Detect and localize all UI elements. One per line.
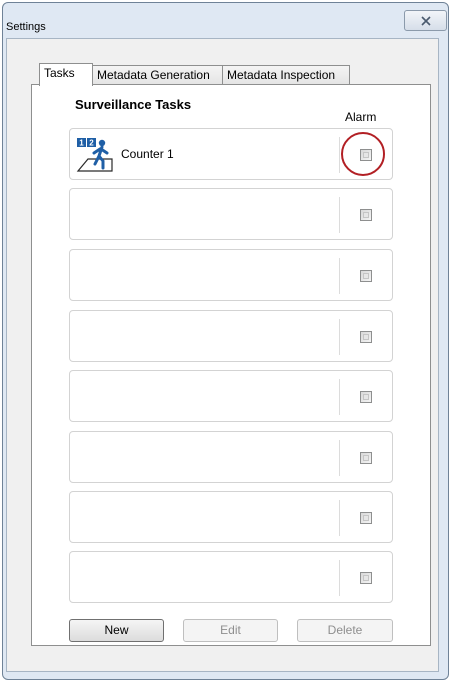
- task-row[interactable]: [69, 310, 393, 362]
- task-row[interactable]: [69, 551, 393, 603]
- close-button[interactable]: [404, 10, 447, 31]
- task-row[interactable]: [69, 249, 393, 301]
- row-divider: [339, 560, 340, 596]
- task-row[interactable]: [69, 188, 393, 240]
- svg-text:2: 2: [89, 139, 94, 148]
- tab-label: Tasks: [44, 66, 75, 80]
- tab-label: Metadata Generation: [97, 68, 210, 82]
- row-divider: [339, 258, 340, 294]
- task-row[interactable]: [69, 431, 393, 483]
- tab-metadata-inspection[interactable]: Metadata Inspection: [222, 65, 350, 85]
- alarm-column-label: Alarm: [345, 110, 377, 124]
- row-divider: [339, 197, 340, 233]
- tab-label: Metadata Inspection: [227, 68, 336, 82]
- alarm-checkbox[interactable]: [360, 572, 372, 584]
- tab-metadata-generation[interactable]: Metadata Generation: [92, 65, 223, 85]
- alarm-checkbox[interactable]: [360, 391, 372, 403]
- new-button[interactable]: New: [69, 619, 164, 642]
- row-divider: [339, 500, 340, 536]
- alarm-checkbox[interactable]: [360, 512, 372, 524]
- row-divider: [339, 137, 340, 173]
- alarm-checkbox[interactable]: [360, 331, 372, 343]
- person-counter-icon: 1 2: [76, 138, 113, 172]
- tab-tasks[interactable]: Tasks: [39, 63, 93, 86]
- alarm-checkbox[interactable]: [360, 209, 372, 221]
- task-row[interactable]: [69, 491, 393, 543]
- task-name: Counter 1: [121, 147, 174, 161]
- alarm-checkbox[interactable]: [360, 270, 372, 282]
- delete-button[interactable]: Delete: [297, 619, 393, 642]
- task-row[interactable]: 1 2 Counter 1: [69, 128, 393, 180]
- window-title: Settings: [6, 21, 46, 33]
- alarm-checkbox[interactable]: [360, 149, 372, 161]
- edit-button[interactable]: Edit: [183, 619, 278, 642]
- row-divider: [339, 319, 340, 355]
- task-row[interactable]: [69, 370, 393, 422]
- svg-text:1: 1: [79, 139, 84, 148]
- row-divider: [339, 379, 340, 415]
- section-heading: Surveillance Tasks: [75, 97, 192, 112]
- close-icon: [420, 15, 431, 26]
- row-divider: [339, 440, 340, 476]
- alarm-checkbox[interactable]: [360, 452, 372, 464]
